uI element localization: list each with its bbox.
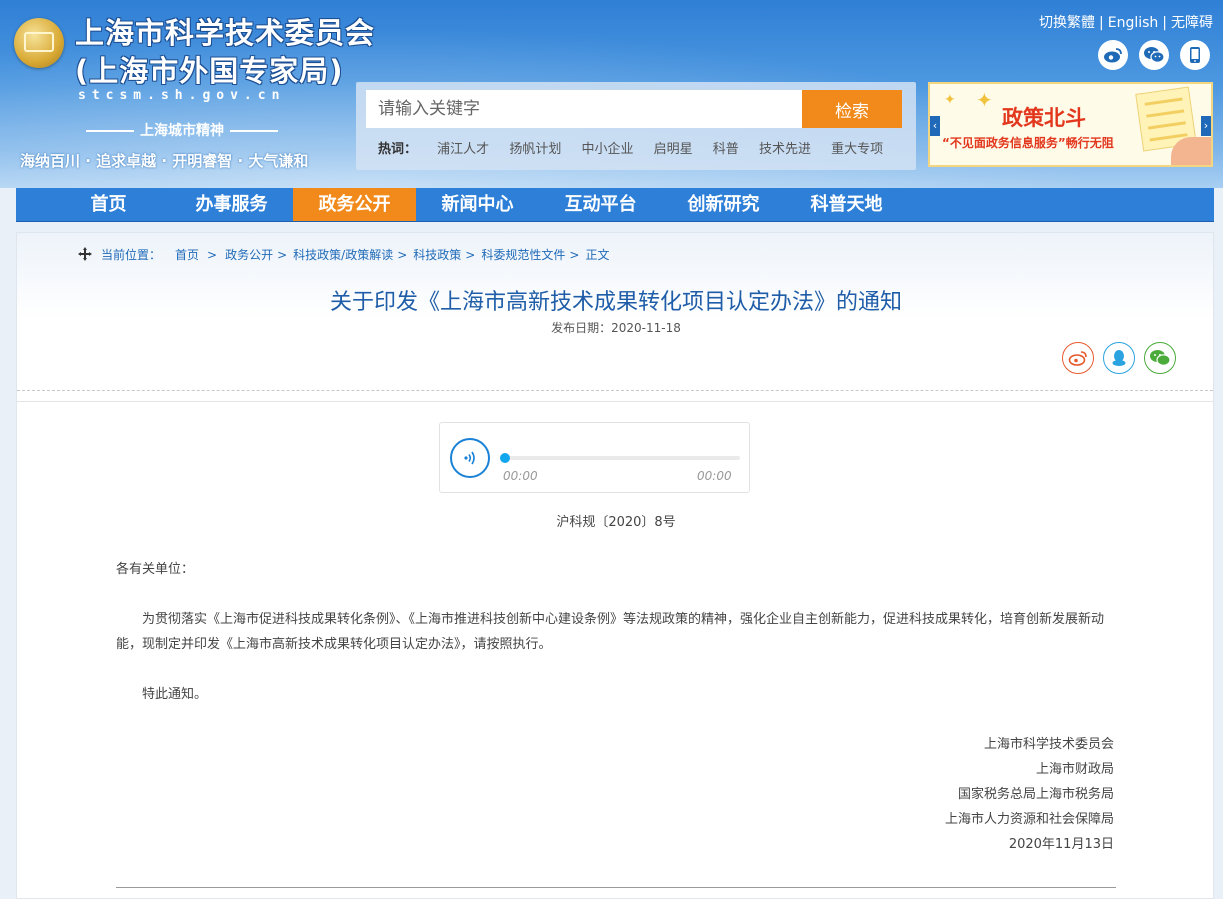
search-panel: 检索 热词： 浦江人才 扬帆计划 中小企业 启明星 科普 技术先进 重大专项 (356, 82, 916, 170)
article-signers: 上海市科学技术委员会 上海市财政局 国家税务总局上海市税务局 上海市人力资源和社… (945, 732, 1114, 857)
city-spirit-text: 海纳百川 · 追求卓越 · 开明睿智 · 大气谦和 (20, 152, 309, 170)
nav-item-news[interactable]: 新闻中心 (416, 188, 539, 221)
main-nav: 首页 办事服务 政务公开 新闻中心 互动平台 创新研究 科普天地 (16, 188, 1214, 222)
breadcrumb-home[interactable]: 首页 (175, 248, 199, 262)
site-header: 上海市科学技术委员会 (上海市外国专家局) stcsm.sh.gov.cn 上海… (0, 0, 1223, 188)
nav-item-interaction[interactable]: 互动平台 (539, 188, 662, 221)
signer: 上海市财政局 (1035, 762, 1114, 777)
hot-word[interactable]: 启明星 (654, 142, 693, 157)
site-subtitle: (上海市外国专家局) (75, 54, 344, 88)
english-link[interactable]: English (1108, 15, 1159, 31)
audio-progress-track[interactable] (500, 453, 740, 463)
site-domain: stcsm.sh.gov.cn (78, 88, 286, 103)
breadcrumb-separator: > (569, 248, 580, 262)
hot-word[interactable]: 扬帆计划 (509, 142, 561, 157)
nav-item-science[interactable]: 科普天地 (785, 188, 908, 221)
breadcrumb-policy-interpretation[interactable]: 科技政策/政策解读 (293, 248, 393, 262)
wechat-icon[interactable] (1139, 40, 1169, 70)
share-buttons (1062, 342, 1176, 374)
signer: 上海市科学技术委员会 (983, 737, 1114, 752)
banner-next-arrow-icon[interactable]: › (1201, 116, 1211, 136)
search-button[interactable]: 检索 (802, 90, 902, 128)
banner-prev-arrow-icon[interactable]: ‹ (930, 116, 940, 136)
hot-word[interactable]: 浦江人才 (437, 142, 489, 157)
hot-word[interactable]: 科普 (713, 142, 739, 157)
qq-icon[interactable] (1103, 342, 1135, 374)
weibo-icon[interactable] (1062, 342, 1094, 374)
audio-play-button[interactable] (450, 438, 490, 478)
social-links (1098, 40, 1210, 70)
signer: 上海市人力资源和社会保障局 (944, 812, 1114, 827)
site-logo-emblem[interactable] (14, 18, 64, 68)
banner-subtitle: “不见面政务信息服务”畅行无阻 (942, 136, 1114, 150)
audio-duration: 00:00 (697, 469, 732, 483)
audio-current-time: 00:00 (503, 469, 538, 483)
breadcrumb-separator: > (397, 248, 408, 262)
search-input[interactable] (366, 90, 802, 128)
header-divider (17, 390, 1213, 391)
policy-banner[interactable]: ✦ ✦ 政策北斗 “不见面政务信息服务”畅行无阻 ‹ › (928, 82, 1213, 167)
city-spirit-title: 上海城市精神 (72, 120, 292, 140)
article-container: 当前位置： 首页 > 政务公开 > 科技政策/政策解读 > 科技政策 > 科委规范性文件 > 正文 关… (16, 232, 1214, 899)
speaker-icon (464, 451, 475, 465)
breadcrumb-separator: > (277, 248, 288, 262)
hot-word[interactable]: 技术先进 (759, 142, 811, 157)
breadcrumb-label: 当前位置： (101, 248, 162, 262)
banner-title: 政策北斗 (1002, 106, 1086, 130)
hand-illustration (1171, 137, 1211, 165)
site-title[interactable]: 上海市科学技术委员会 (75, 10, 375, 52)
location-icon (77, 246, 93, 265)
mobile-icon[interactable] (1180, 40, 1210, 70)
audio-player: 00:00 00:00 (439, 422, 750, 493)
breadcrumb-separator: > (465, 248, 476, 262)
article-title: 关于印发《上海市高新技术成果转化项目认定办法》的通知 (329, 290, 902, 315)
hot-word[interactable]: 重大专项 (831, 142, 883, 157)
accessibility-link[interactable]: 无障碍 (1171, 15, 1213, 31)
wechat-icon[interactable] (1144, 342, 1176, 374)
signing-date: 2020年11月13日 (1008, 837, 1114, 852)
breadcrumb-separator: > (207, 248, 218, 262)
breadcrumb-normative-docs[interactable]: 科委规范性文件 (481, 248, 565, 262)
header-divider (17, 401, 1213, 402)
publish-date: 发布日期：2020-11-18 (551, 321, 681, 335)
article-bottom-rule (116, 887, 1116, 888)
hot-words-label: 热词： (378, 142, 418, 157)
hot-word[interactable]: 中小企业 (581, 142, 633, 157)
nav-item-home[interactable]: 首页 (47, 188, 170, 221)
hot-words: 热词： 浦江人才 扬帆计划 中小企业 启明星 科普 技术先进 重大专项 (378, 138, 899, 157)
document-number: 沪科规〔2020〕8号 (556, 515, 676, 530)
audio-progress-thumb[interactable] (500, 453, 510, 463)
article-salutation: 各有关单位： (116, 562, 195, 577)
weibo-icon[interactable] (1098, 40, 1128, 70)
breadcrumb-current[interactable]: 正文 (585, 248, 609, 262)
switch-traditional-link[interactable]: 切换繁體 (1039, 15, 1095, 31)
sparkle-icon: ✦ (976, 88, 993, 112)
top-links: 切换繁體 | English | 无障碍 (1039, 15, 1213, 31)
nav-item-innovation[interactable]: 创新研究 (662, 188, 785, 221)
article-closing: 特此通知。 (142, 687, 208, 702)
nav-item-services[interactable]: 办事服务 (170, 188, 293, 221)
breadcrumb-government-affairs[interactable]: 政务公开 (225, 248, 273, 262)
breadcrumb-tech-policy[interactable]: 科技政策 (413, 248, 461, 262)
signer: 国家税务总局上海市税务局 (957, 787, 1114, 802)
sparkle-icon: ✦ (944, 92, 956, 108)
article-paragraph: 为贯彻落实《上海市促进科技成果转化条例》、《上海市推进科技创新中心建设条例》等法… (116, 612, 1105, 652)
breadcrumb: 当前位置： 首页 > 政务公开 > 科技政策/政策解读 > 科技政策 > 科委规范性文件 > 正文 (77, 246, 609, 265)
nav-item-government-affairs[interactable]: 政务公开 (293, 188, 416, 221)
